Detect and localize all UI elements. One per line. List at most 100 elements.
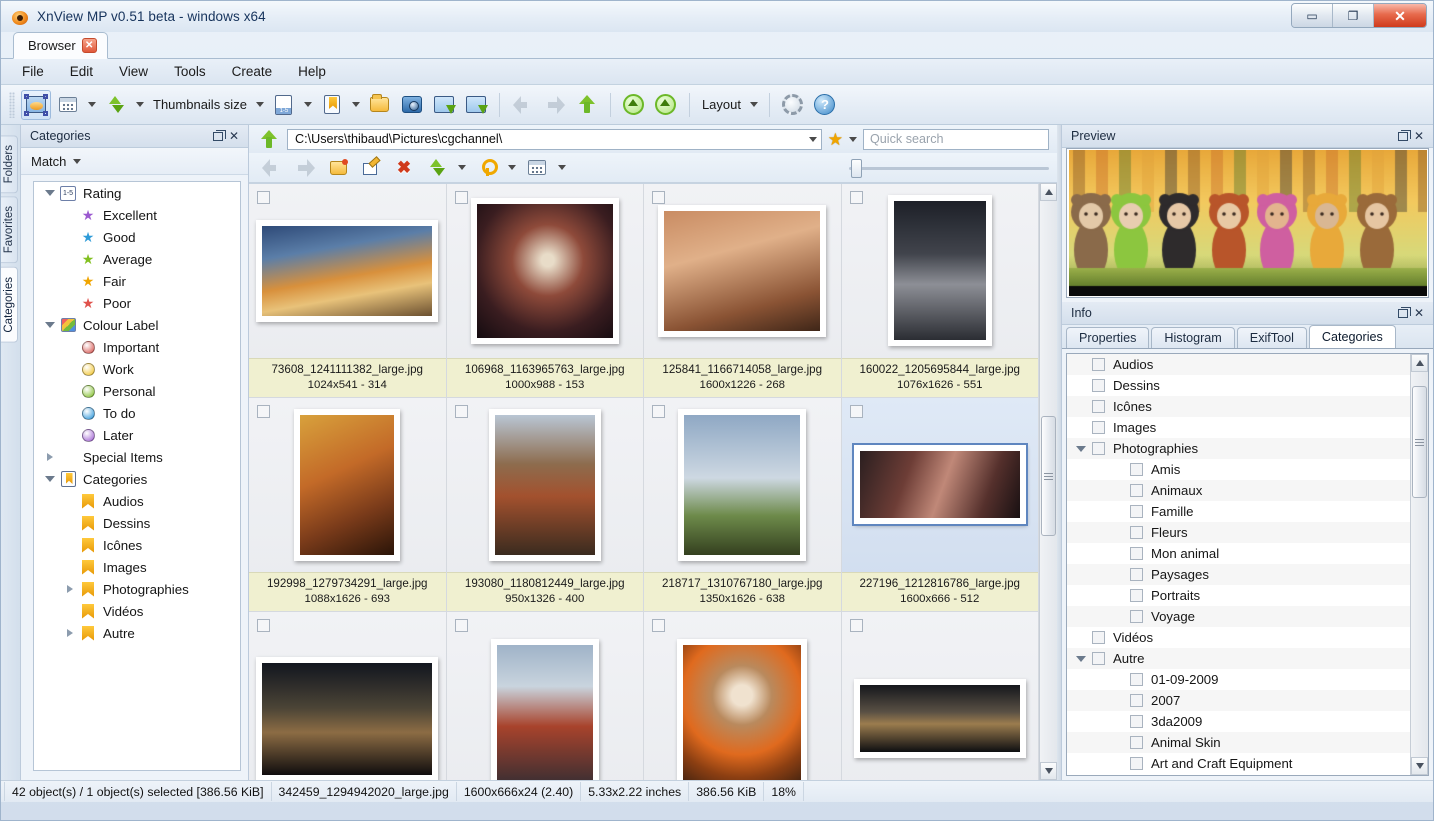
tree-item-work[interactable]: Work [34,358,240,380]
chevron-down-icon[interactable] [1073,656,1089,662]
category-checkbox[interactable] [1130,694,1143,707]
scrollbar-track[interactable] [1411,372,1428,757]
refresh-button[interactable] [257,127,281,151]
favorite-dropdown-icon[interactable] [849,137,857,142]
tree-item-special-items[interactable]: Special Items [34,446,240,468]
close-icon[interactable]: ✕ [1411,305,1427,321]
rating-dropdown[interactable] [301,90,315,120]
thumbnail-checkbox[interactable] [257,405,270,418]
category-row[interactable]: Vidéos [1067,627,1410,648]
tree-twisty[interactable] [62,629,78,637]
tree-item-ic-nes[interactable]: Icônes [34,534,240,556]
category-row[interactable]: 3da2009 [1067,711,1410,732]
capture-button[interactable] [397,90,427,120]
settings-button[interactable] [778,90,808,120]
chevron-down-icon[interactable] [809,137,817,142]
thumbnail-image-area[interactable] [447,184,644,358]
category-row[interactable]: Art and Craft Equipment [1067,753,1410,774]
rotate-right-button[interactable] [651,90,681,120]
category-row[interactable]: Animaux [1067,480,1410,501]
thumbnail-view-button[interactable] [53,90,83,120]
tab-browser[interactable]: Browser ✕ [13,32,108,59]
category-checkbox[interactable] [1130,757,1143,770]
category-row[interactable]: 01-09-2009 [1067,669,1410,690]
thumbnail-image-area[interactable] [842,612,1039,780]
tree-item-fair[interactable]: ★Fair [34,270,240,292]
categories-tree[interactable]: 1-5Rating★Excellent★Good★Average★Fair★Po… [33,181,241,771]
export-button[interactable] [461,90,491,120]
thumbnail-image-area[interactable] [644,612,841,780]
thumbnail-image-area[interactable] [249,612,446,780]
category-row[interactable]: Icônes [1067,396,1410,417]
scrollbar-thumb[interactable] [1041,416,1056,536]
favorite-star-icon[interactable]: ★ [828,131,843,148]
thumbnail-image-area[interactable] [644,398,841,572]
forward-button[interactable] [540,90,570,120]
undock-icon[interactable] [210,128,226,144]
category-checkbox[interactable] [1130,547,1143,560]
thumbnail-cell[interactable]: 218717_1310767180_large.jpg1350x1626 - 6… [644,398,842,612]
import-button[interactable] [429,90,459,120]
rename-button[interactable] [356,153,386,183]
tree-item-personal[interactable]: Personal [34,380,240,402]
category-checkbox[interactable] [1130,505,1143,518]
minimize-button[interactable]: ▭ [1292,4,1333,27]
scrollbar-track[interactable] [1040,201,1057,762]
close-icon[interactable]: ✕ [226,128,242,144]
thumbnail-image-area[interactable] [447,612,644,780]
tree-item-photographies[interactable]: Photographies [34,578,240,600]
tab-histogram[interactable]: Histogram [1151,327,1234,348]
menu-help[interactable]: Help [287,61,337,82]
tree-twisty[interactable] [42,453,58,461]
view-mode-button[interactable] [522,153,552,183]
tree-twisty[interactable] [42,322,58,328]
category-button[interactable] [317,90,347,120]
menu-create[interactable]: Create [221,61,284,82]
close-icon[interactable]: ✕ [1411,128,1427,144]
thumbnail-cell[interactable]: 73608_1241111382_large.jpg1024x541 - 314 [249,184,447,398]
tree-item-colour-label[interactable]: Colour Label [34,314,240,336]
menu-view[interactable]: View [108,61,159,82]
filter-dropdown[interactable] [505,153,519,183]
thumbnail-checkbox[interactable] [455,191,468,204]
category-checkbox[interactable] [1130,589,1143,602]
sidebar-item-folders[interactable]: Folders [1,135,18,193]
category-row[interactable]: Autre [1067,648,1410,669]
category-row[interactable]: 2007 [1067,690,1410,711]
sidebar-item-categories[interactable]: Categories [1,267,18,343]
category-row[interactable]: Dessins [1067,375,1410,396]
thumbnail-cell[interactable]: 192998_1279734291_large.jpg1088x1626 - 6… [249,398,447,612]
sort-dropdown[interactable] [455,153,469,183]
category-checkbox[interactable] [1092,421,1105,434]
thumbnail-checkbox[interactable] [652,191,665,204]
thumbnail-grid[interactable]: 73608_1241111382_large.jpg1024x541 - 314… [249,183,1039,780]
category-checkbox[interactable] [1092,358,1105,371]
thumbnail-cell[interactable] [644,612,842,780]
category-checkbox[interactable] [1092,442,1105,455]
sort-dropdown[interactable] [133,90,147,120]
thumbnail-cell[interactable]: 227196_1212816786_large.jpg1600x666 - 51… [842,398,1040,612]
thumbnail-checkbox[interactable] [652,405,665,418]
help-button[interactable]: ? [810,90,840,120]
thumbnails-size-dropdown[interactable] [253,90,267,120]
tree-item-average[interactable]: ★Average [34,248,240,270]
thumbnail-checkbox[interactable] [850,619,863,632]
layout-dropdown[interactable] [747,90,761,120]
up-button[interactable] [572,90,602,120]
thumbnail-checkbox[interactable] [850,191,863,204]
chevron-down-icon[interactable] [73,159,81,164]
tree-item-vid-os[interactable]: Vidéos [34,600,240,622]
delete-button[interactable]: ✖ [389,153,419,183]
tree-item-categories[interactable]: Categories [34,468,240,490]
undock-icon[interactable] [1395,128,1411,144]
scroll-up-button[interactable] [1411,354,1428,372]
thumbnail-cell[interactable]: 125841_1166714058_large.jpg1600x1226 - 2… [644,184,842,398]
view-mode-dropdown[interactable] [555,153,569,183]
tree-twisty[interactable] [42,190,58,196]
close-button[interactable]: ✕ [1374,4,1426,27]
category-checkbox[interactable] [1130,610,1143,623]
thumbnail-cell[interactable]: 193080_1180812449_large.jpg950x1326 - 40… [447,398,645,612]
category-row[interactable]: Amis [1067,459,1410,480]
tree-item-images[interactable]: Images [34,556,240,578]
category-row[interactable]: Audios [1067,354,1410,375]
